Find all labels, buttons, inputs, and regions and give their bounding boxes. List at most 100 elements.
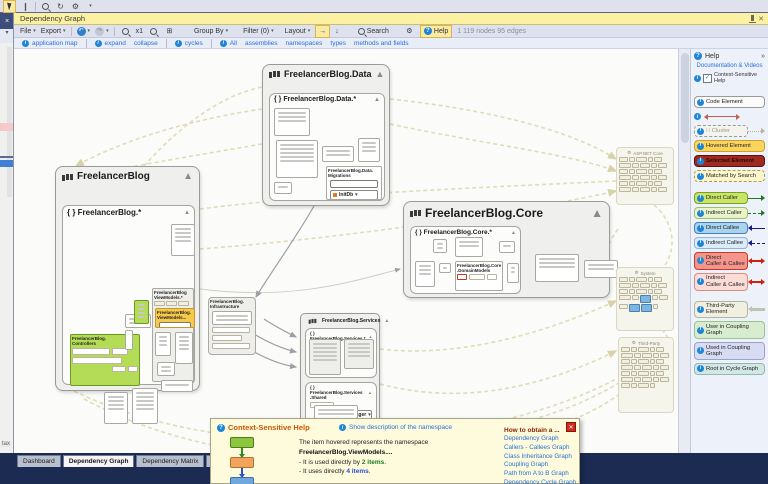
mini-node[interactable] xyxy=(619,169,628,174)
mini-node[interactable] xyxy=(584,260,618,278)
mini-node[interactable] xyxy=(72,357,122,364)
mini-node[interactable] xyxy=(636,289,647,294)
mini-node[interactable] xyxy=(415,261,435,287)
context-help-checkbox-row[interactable]: i ✓ Context-Sensitive Help xyxy=(694,72,765,84)
info-icon[interactable]: i xyxy=(694,113,701,120)
panel-selected-row[interactable] xyxy=(0,160,14,167)
mini-node[interactable] xyxy=(104,392,128,424)
mini-node[interactable] xyxy=(632,187,639,192)
toolbar-overflow-icon[interactable]: ▾ xyxy=(85,1,96,12)
mini-node[interactable] xyxy=(660,365,669,370)
mini-node[interactable] xyxy=(634,365,641,370)
mini-node[interactable] xyxy=(632,295,639,300)
left-docked-panel-sliver[interactable]: × ▾ tax xyxy=(0,13,14,456)
mini-node[interactable] xyxy=(274,108,310,136)
mini-node[interactable] xyxy=(640,295,651,303)
zoom-level[interactable]: x1 xyxy=(136,28,143,35)
mini-node[interactable] xyxy=(469,274,485,280)
redo-button[interactable]: ↷▾ xyxy=(95,27,109,36)
mini-node[interactable] xyxy=(621,359,630,364)
mini-node[interactable] xyxy=(154,301,165,306)
filter-menu[interactable]: Filter (0)▾ xyxy=(243,28,274,35)
mini-node[interactable] xyxy=(650,383,655,388)
export-menu[interactable]: Export▾ xyxy=(41,28,66,35)
panel-scrollbar[interactable] xyxy=(7,47,12,197)
mini-node[interactable] xyxy=(621,365,633,370)
mini-node[interactable] xyxy=(642,377,652,382)
mini-node[interactable] xyxy=(638,371,649,376)
canvas-vertical-scrollbar[interactable] xyxy=(678,49,690,455)
cluster-aspnet-core[interactable]: ⚙ASP.NET Core xyxy=(616,147,674,205)
mini-node[interactable] xyxy=(212,311,252,325)
mini-node[interactable] xyxy=(155,332,171,356)
mini-node[interactable] xyxy=(654,277,662,282)
cluster-third-party[interactable]: ⚙Third-Party xyxy=(618,337,674,413)
mini-node[interactable] xyxy=(653,353,659,358)
mini-node[interactable] xyxy=(212,327,250,333)
methods-and-fields-link[interactable]: methods and fields xyxy=(354,40,409,47)
mini-node[interactable] xyxy=(634,353,641,358)
mini-node[interactable] xyxy=(621,383,630,388)
collapse-triangle-icon[interactable]: ▲ xyxy=(376,69,385,79)
mini-node[interactable] xyxy=(636,157,647,162)
mini-node[interactable] xyxy=(175,332,193,364)
link-class-inheritance-graph[interactable]: Class Inheritance Graph xyxy=(504,453,578,462)
node-freelancerblog-data[interactable]: FreelancerBlog.Data ▲ { } FreelancerBlog… xyxy=(262,64,390,206)
mini-node[interactable] xyxy=(621,377,633,382)
mini-node[interactable] xyxy=(439,263,451,273)
node-freelancerblog[interactable]: FreelancerBlog ▲ { } FreelancerBlog.* ▲ … xyxy=(55,166,200,391)
application-map-link[interactable]: iapplication map xyxy=(22,40,78,47)
mini-node[interactable] xyxy=(125,330,133,350)
mini-node[interactable] xyxy=(650,371,655,376)
scrollbar-thumb[interactable] xyxy=(681,53,689,143)
panel-close-icon[interactable]: × xyxy=(0,13,14,29)
mini-node[interactable] xyxy=(654,181,662,186)
mini-node[interactable] xyxy=(619,283,631,288)
mini-node[interactable] xyxy=(656,347,664,352)
mini-node[interactable] xyxy=(656,359,664,364)
link-coupling-graph[interactable]: Coupling Graph xyxy=(504,461,578,470)
all-link[interactable]: iAll xyxy=(220,40,237,47)
mini-node[interactable] xyxy=(619,295,631,300)
mini-node[interactable] xyxy=(640,187,650,192)
mini-node[interactable] xyxy=(659,295,668,300)
mini-node[interactable] xyxy=(629,169,635,174)
mini-node[interactable] xyxy=(632,175,639,180)
mini-node[interactable] xyxy=(640,283,650,288)
mini-node[interactable] xyxy=(658,163,667,168)
show-description-link[interactable]: i Show description of the namespace xyxy=(339,424,452,431)
types-link[interactable]: types xyxy=(330,40,346,47)
mini-node[interactable] xyxy=(159,322,191,328)
mini-node[interactable] xyxy=(640,175,650,180)
context-help-checkbox[interactable]: ✓ xyxy=(703,74,712,83)
mini-node[interactable] xyxy=(632,163,639,168)
mini-node[interactable] xyxy=(632,283,639,288)
layout-menu[interactable]: Layout▾ xyxy=(285,28,311,35)
collapse-triangle-icon[interactable]: ▲ xyxy=(591,206,603,220)
settings-gear-icon[interactable]: ⚙ xyxy=(404,26,415,37)
mini-node[interactable] xyxy=(660,377,669,382)
node-data-migrations[interactable]: FreelancerBlog.Data. Migrations InitDb▾ xyxy=(326,166,382,200)
mini-node[interactable] xyxy=(212,343,250,349)
mini-node[interactable] xyxy=(634,377,641,382)
file-menu[interactable]: File▾ xyxy=(20,28,36,35)
panel-dropdown-icon[interactable]: ▾ xyxy=(0,29,14,43)
mini-node[interactable] xyxy=(642,353,652,358)
assemblies-link[interactable]: assemblies xyxy=(245,40,278,47)
group-by-menu[interactable]: Group By▾ xyxy=(194,28,228,35)
gear-icon[interactable]: ⚙ xyxy=(70,1,81,12)
refresh-icon[interactable]: ↻ xyxy=(55,1,66,12)
hovered-node-viewmodels[interactable]: FreelancerBlog. ViewModels... xyxy=(155,308,195,328)
mini-node[interactable] xyxy=(651,187,657,192)
mini-node[interactable] xyxy=(344,339,374,369)
mini-node[interactable] xyxy=(212,335,242,341)
help-button[interactable]: ?Help xyxy=(420,25,452,38)
mini-node[interactable] xyxy=(171,224,195,256)
collapse-triangle-icon[interactable]: ▲ xyxy=(511,230,516,236)
node-freelancerblog-core[interactable]: FreelancerBlog.Core ▲ { } FreelancerBlog… xyxy=(403,201,610,298)
expand-link[interactable]: iexpand xyxy=(95,40,126,47)
mini-node[interactable] xyxy=(619,163,631,168)
link-path-a-to-b-graph[interactable]: Path from A to B Graph xyxy=(504,470,578,479)
mini-node[interactable] xyxy=(654,289,662,294)
mini-node[interactable] xyxy=(658,175,667,180)
